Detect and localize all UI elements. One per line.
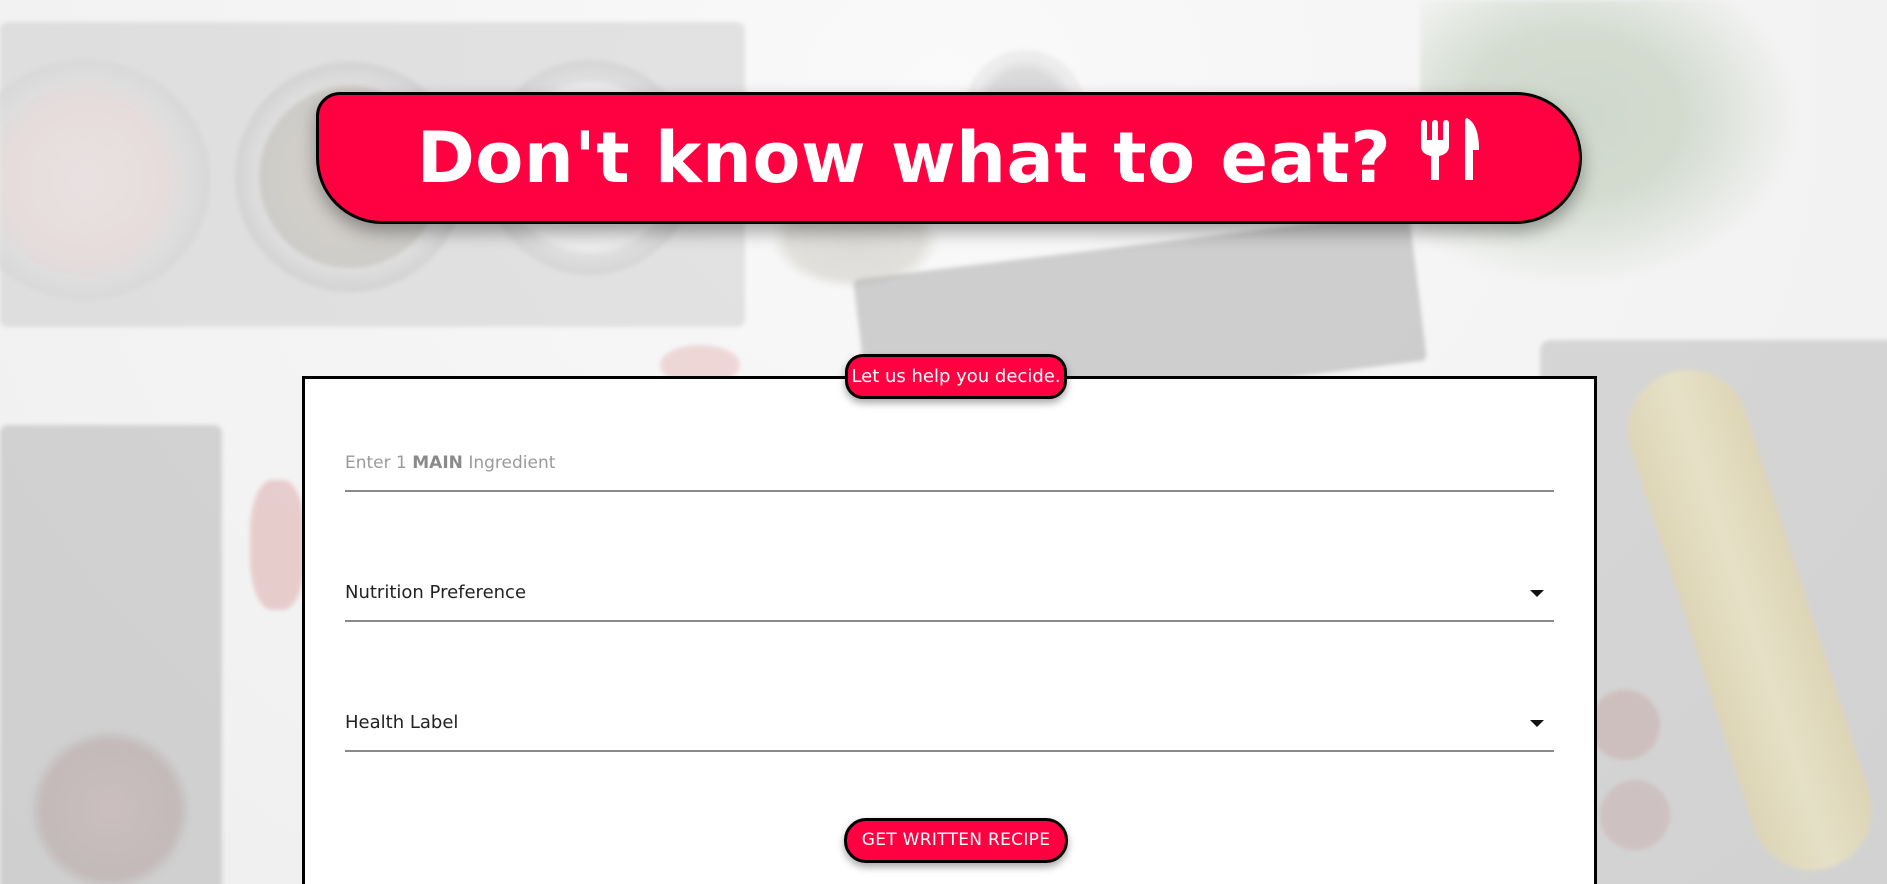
page-title: Don't know what to eat? [416, 117, 1392, 199]
health-label-select[interactable]: Health Label [345, 700, 1554, 752]
header-banner: Don't know what to eat? [316, 92, 1582, 224]
chevron-down-icon[interactable] [1530, 590, 1544, 597]
ingredient-input[interactable] [345, 440, 1554, 490]
nutrition-preference-label: Nutrition Preference [345, 582, 527, 603]
ingredient-field[interactable]: Enter 1 MAIN Ingredient [345, 440, 1554, 492]
get-written-recipe-button[interactable]: GET WRITTEN RECIPE [844, 818, 1068, 863]
health-label-label: Health Label [345, 712, 459, 733]
chevron-down-icon[interactable] [1530, 720, 1544, 727]
utensils-icon [1421, 118, 1480, 180]
tagline-badge: Let us help you decide. [845, 354, 1067, 399]
nutrition-preference-select[interactable]: Nutrition Preference [345, 570, 1554, 622]
